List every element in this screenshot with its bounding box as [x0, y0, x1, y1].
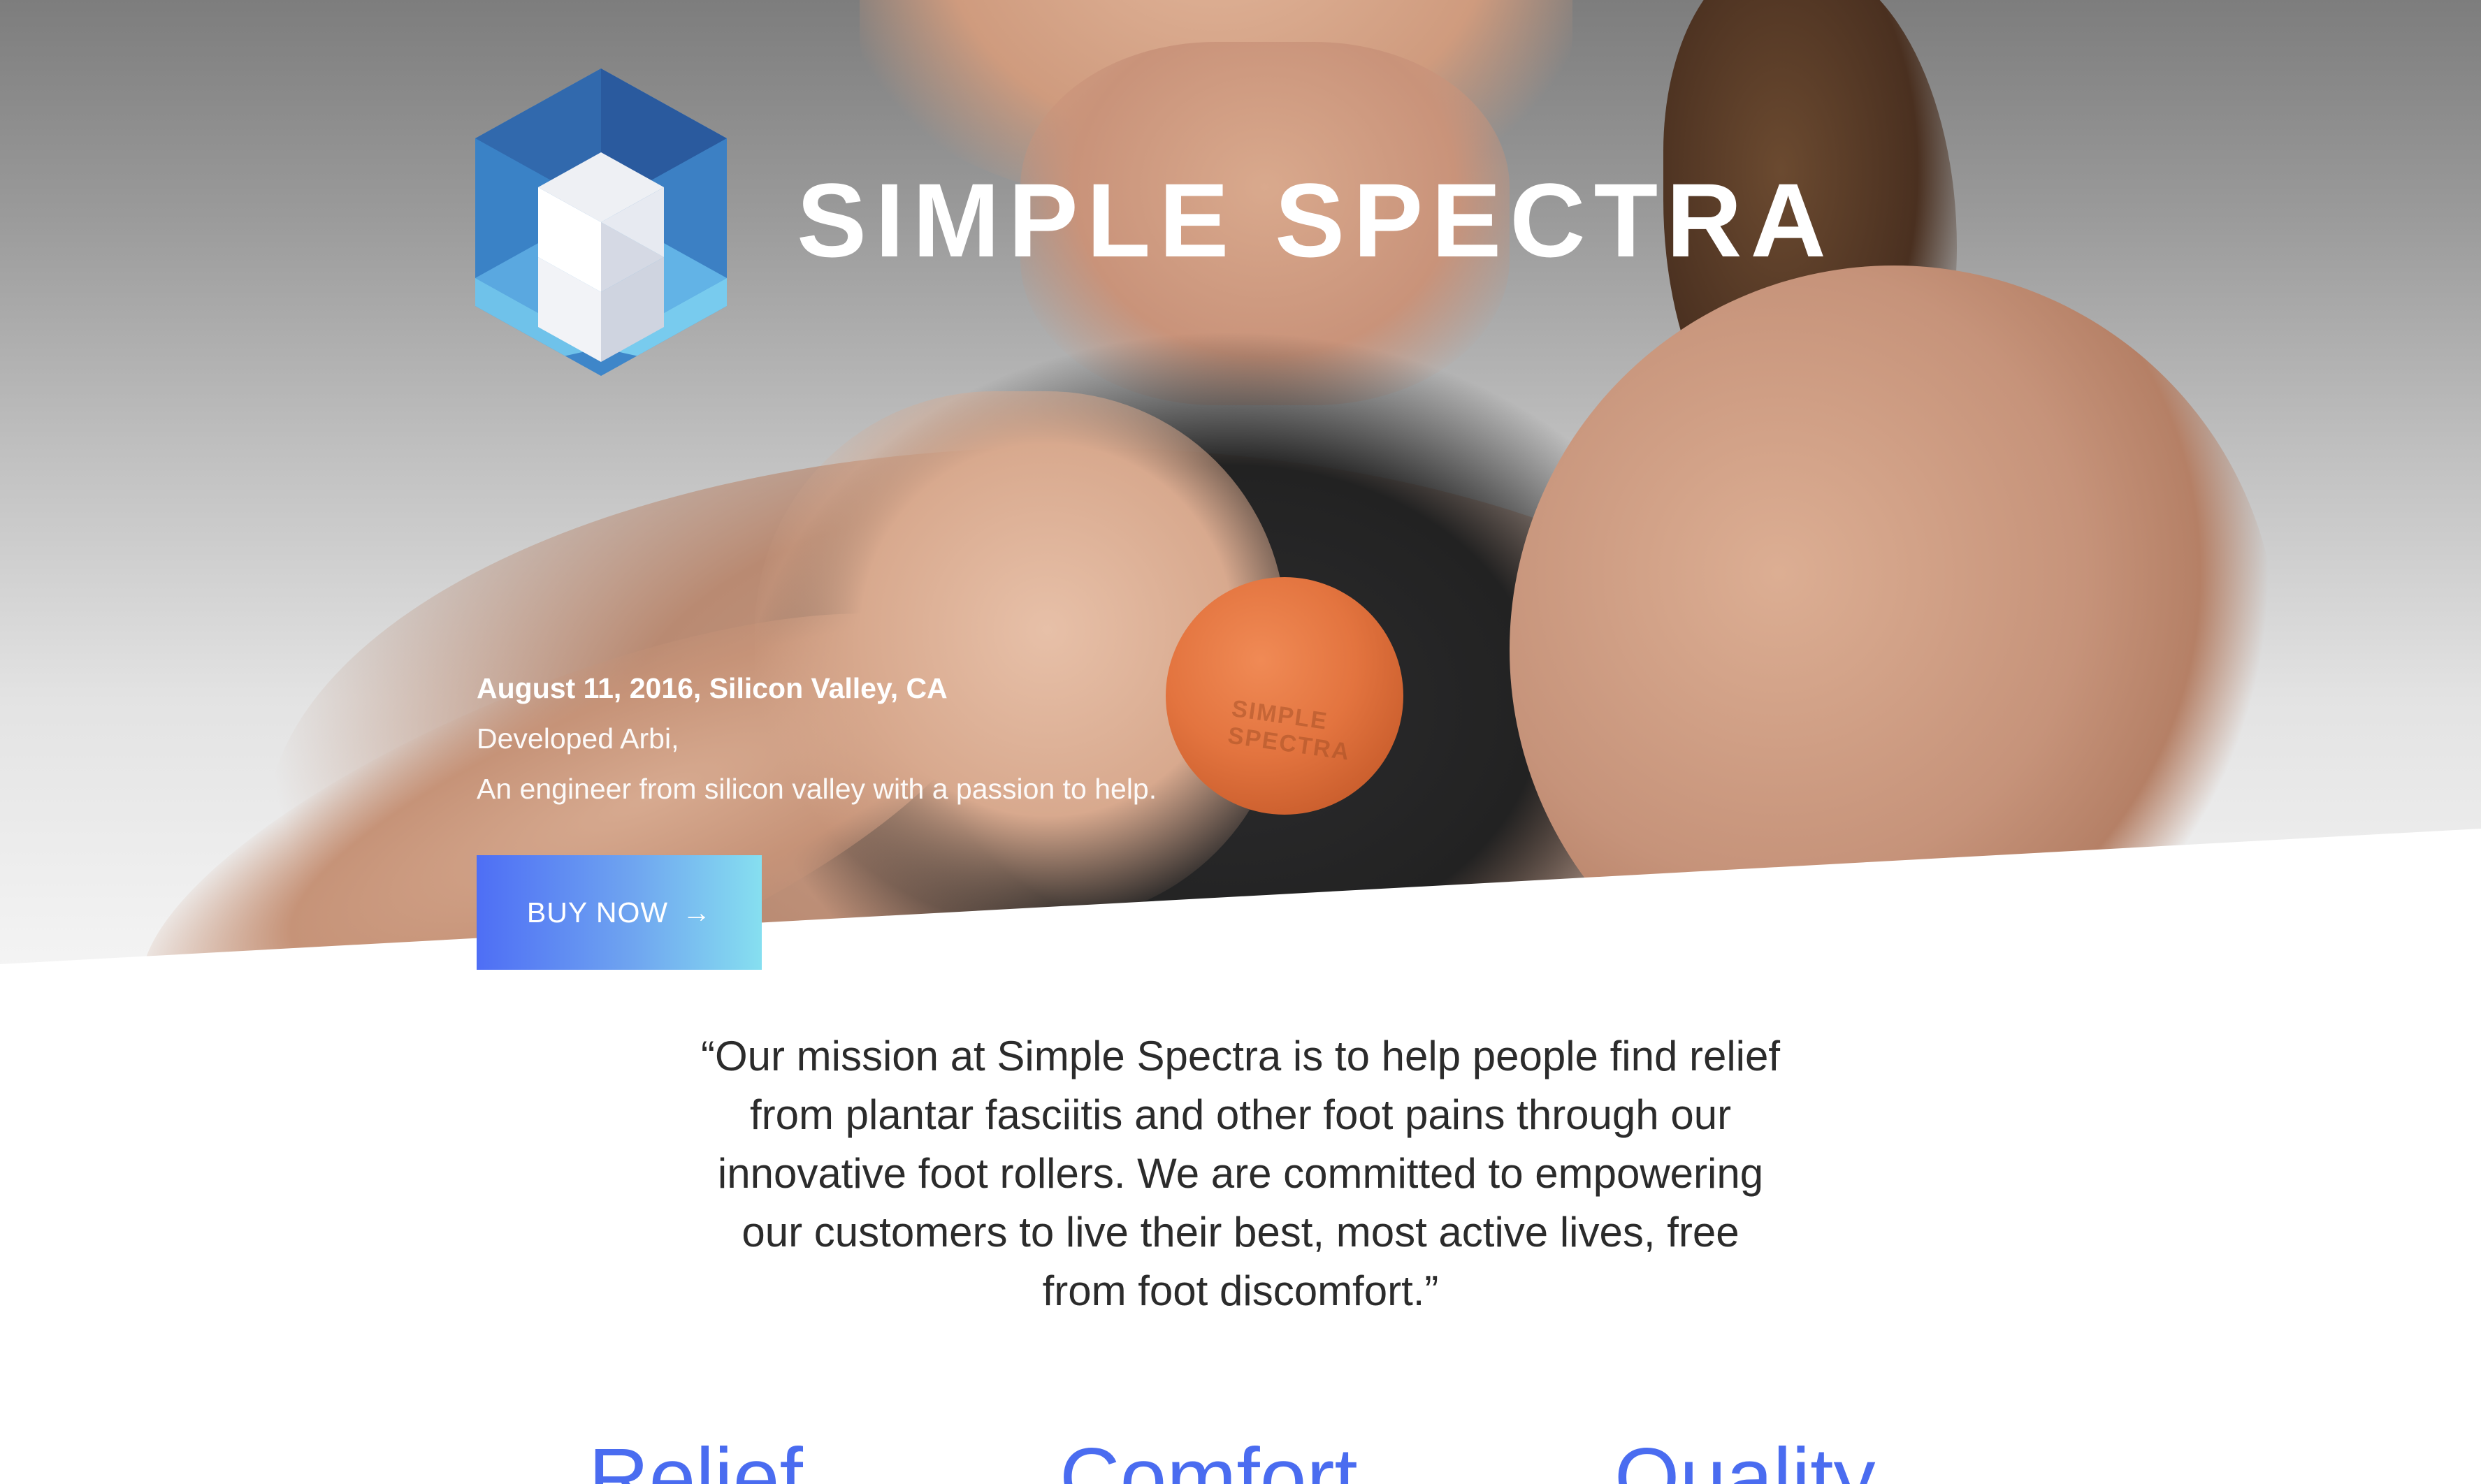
hero-tagline: An engineer from silicon valley with a p…: [477, 773, 1157, 805]
arrow-right-icon: →: [682, 896, 712, 929]
brand-wordmark: SIMPLE SPECTRA: [797, 161, 1835, 279]
values-row: Relief Comfort Quality: [0, 1425, 2481, 1484]
mission-statement: “Our mission at Simple Spectra is to hel…: [700, 1033, 1781, 1314]
value-heading-comfort: Comfort: [1059, 1431, 1358, 1484]
buy-now-label: BUY NOW: [526, 896, 669, 929]
value-heading-quality: Quality: [1614, 1431, 1876, 1484]
hero-dateline: August 11, 2016, Silicon Valley, CA: [477, 672, 948, 704]
hero-intro-line: Developed Arbi,: [477, 722, 679, 755]
hexagon-s-logo-icon: [475, 68, 727, 376]
buy-now-button[interactable]: BUY NOW →: [477, 855, 762, 970]
value-heading-relief: Relief: [588, 1431, 803, 1484]
